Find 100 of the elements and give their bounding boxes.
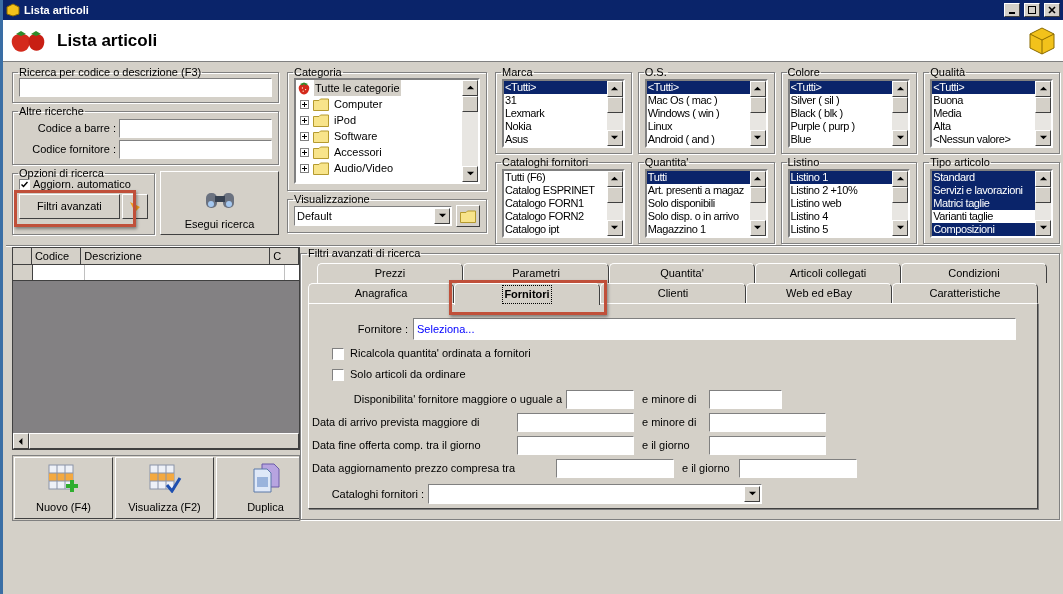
input-field[interactable] xyxy=(119,140,272,159)
scroll-up-button[interactable] xyxy=(892,171,909,187)
list-item[interactable]: <Tutti> xyxy=(789,81,893,94)
catalogs-dropdown[interactable] xyxy=(428,484,762,504)
expand-icon[interactable] xyxy=(300,163,309,173)
scroll-thumb[interactable] xyxy=(1035,187,1051,203)
list-item[interactable]: Catalogo FORN1 xyxy=(504,197,607,210)
tab[interactable]: Clienti xyxy=(600,283,746,303)
tab[interactable]: Articoli collegati xyxy=(755,263,901,283)
scroll-up-button[interactable] xyxy=(1035,81,1051,97)
category-tree[interactable]: Tutte le categorie Computer iPod Software Accessori Audio/Video xyxy=(294,78,480,184)
checkbox[interactable] xyxy=(19,179,30,190)
scroll-down-button[interactable] xyxy=(892,130,909,146)
list-item[interactable]: Listino 4 xyxy=(789,210,893,223)
tree-item[interactable]: Computer xyxy=(333,95,384,113)
input-field[interactable] xyxy=(119,119,272,138)
list-item[interactable]: Catalogo FORN2 xyxy=(504,210,607,223)
run-search-button[interactable]: Esegui ricerca xyxy=(160,171,279,235)
maximize-button[interactable] xyxy=(1024,3,1040,17)
list-box[interactable]: Standard Servizi e lavorazioni Matrici taglie Varianti taglie Composizioni xyxy=(930,169,1053,238)
list-item[interactable]: Listino 1 xyxy=(789,171,893,184)
horizontal-scrollbar[interactable] xyxy=(13,433,299,449)
scroll-down-button[interactable] xyxy=(749,130,766,146)
list-box[interactable]: <Tutti> Silver ( sil ) Black ( blk ) Purple ( purp ) Blue xyxy=(787,79,911,148)
list-item[interactable]: Catalog ESPRINET xyxy=(504,184,607,197)
action-button[interactable]: Duplica xyxy=(216,457,299,519)
list-item[interactable]: Matrici taglie xyxy=(932,197,1035,210)
list-item[interactable]: Buona xyxy=(932,94,1035,107)
list-box[interactable]: <Tutti> 31 Lexmark Nokia Asus xyxy=(502,79,625,148)
close-button[interactable] xyxy=(1044,3,1060,17)
scroll-up-button[interactable] xyxy=(606,171,623,187)
dropdown-button[interactable] xyxy=(434,208,450,224)
tree-item[interactable]: iPod xyxy=(333,111,358,129)
scroll-down-button[interactable] xyxy=(1035,130,1051,146)
list-item[interactable]: Lexmark xyxy=(504,107,607,120)
list-item[interactable]: Standard xyxy=(932,171,1035,184)
expand-icon[interactable] xyxy=(300,115,309,125)
list-item[interactable]: Solo disponibili xyxy=(646,197,750,210)
scrollbar[interactable] xyxy=(892,171,909,236)
list-item[interactable]: Catalogo ipt xyxy=(504,223,607,236)
list-item[interactable]: Solo disp. o in arrivo xyxy=(646,210,750,223)
list-item[interactable]: <Tutti> xyxy=(932,81,1035,94)
input-field[interactable] xyxy=(709,413,826,432)
search-field[interactable] xyxy=(19,78,272,97)
scroll-thumb[interactable] xyxy=(892,187,909,203)
checkbox[interactable] xyxy=(332,347,344,360)
scrollbar[interactable] xyxy=(749,81,766,146)
input-field[interactable] xyxy=(709,436,826,455)
scroll-up-button[interactable] xyxy=(892,81,909,97)
scroll-thumb[interactable] xyxy=(606,187,623,203)
scrollbar[interactable] xyxy=(606,81,623,146)
list-item[interactable]: Tutti (F6) xyxy=(504,171,607,184)
checkbox[interactable] xyxy=(332,368,344,381)
list-item[interactable]: Silver ( sil ) xyxy=(789,94,893,107)
tree-item[interactable]: Accessori xyxy=(333,143,383,161)
list-item[interactable]: Listino 5 xyxy=(789,223,893,236)
scroll-down-button[interactable] xyxy=(606,130,623,146)
supplier-field[interactable]: Seleziona... xyxy=(413,318,1016,340)
tab[interactable]: Parametri xyxy=(463,263,609,283)
advanced-filters-button[interactable]: Filtri avanzati xyxy=(19,194,120,219)
list-item[interactable]: Composizioni xyxy=(932,223,1035,236)
view-dropdown[interactable]: Default xyxy=(294,206,452,226)
tree-item[interactable]: Tutte le categorie xyxy=(314,80,401,97)
list-item[interactable]: Mac Os ( mac ) xyxy=(646,94,750,107)
action-button[interactable]: Visualizza (F2) xyxy=(115,457,214,519)
scroll-thumb[interactable] xyxy=(749,97,766,113)
scroll-down-button[interactable] xyxy=(892,220,909,236)
tab[interactable]: Condizioni xyxy=(901,263,1047,283)
scroll-down-button[interactable] xyxy=(462,166,478,182)
list-item[interactable]: Media xyxy=(932,107,1035,120)
scroll-down-button[interactable] xyxy=(749,220,766,236)
list-item[interactable]: Android ( and ) xyxy=(646,133,750,146)
list-item[interactable]: Asus xyxy=(504,133,607,146)
tab[interactable]: Fornitori xyxy=(454,283,600,305)
list-item[interactable]: Magazzino 1 xyxy=(646,223,750,236)
scrollbar[interactable] xyxy=(892,81,909,146)
scrollbar[interactable] xyxy=(462,80,478,182)
tab[interactable]: Caratteristiche xyxy=(892,283,1038,303)
list-item[interactable]: Nokia xyxy=(504,120,607,133)
list-item[interactable]: <Nessun valore> xyxy=(932,133,1035,146)
list-item[interactable]: 31 xyxy=(504,94,607,107)
tree-item[interactable]: Audio/Video xyxy=(333,159,395,177)
action-button[interactable]: Nuovo (F4) xyxy=(14,457,113,519)
scrollbar[interactable] xyxy=(749,171,766,236)
tab[interactable]: Web ed eBay xyxy=(746,283,892,303)
input-field[interactable] xyxy=(739,459,857,478)
list-box[interactable]: Listino 1 Listino 2 +10% Listino web Listino 4 Listino 5 xyxy=(787,169,911,238)
scrollbar[interactable] xyxy=(606,171,623,236)
list-box[interactable]: <Tutti> Mac Os ( mac ) Windows ( win ) Linux Android ( and ) xyxy=(644,79,768,148)
list-item[interactable]: <Tutti> xyxy=(504,81,607,94)
input-field[interactable] xyxy=(517,436,634,455)
scroll-left-button[interactable] xyxy=(13,433,29,449)
list-box[interactable]: Tutti (F6) Catalog ESPRINET Catalogo FORN1 Catalogo FORN2 Catalogo ipt xyxy=(502,169,625,238)
list-box[interactable]: Tutti Art. presenti a magaz Solo disponibili Solo disp. o in arrivo Magazzino 1 xyxy=(644,169,768,238)
input-field[interactable] xyxy=(517,413,634,432)
input-field[interactable] xyxy=(556,459,674,478)
scroll-thumb[interactable] xyxy=(892,97,909,113)
scroll-thumb[interactable] xyxy=(606,97,623,113)
scroll-thumb[interactable] xyxy=(462,96,478,112)
list-item[interactable]: Blue xyxy=(789,133,893,146)
